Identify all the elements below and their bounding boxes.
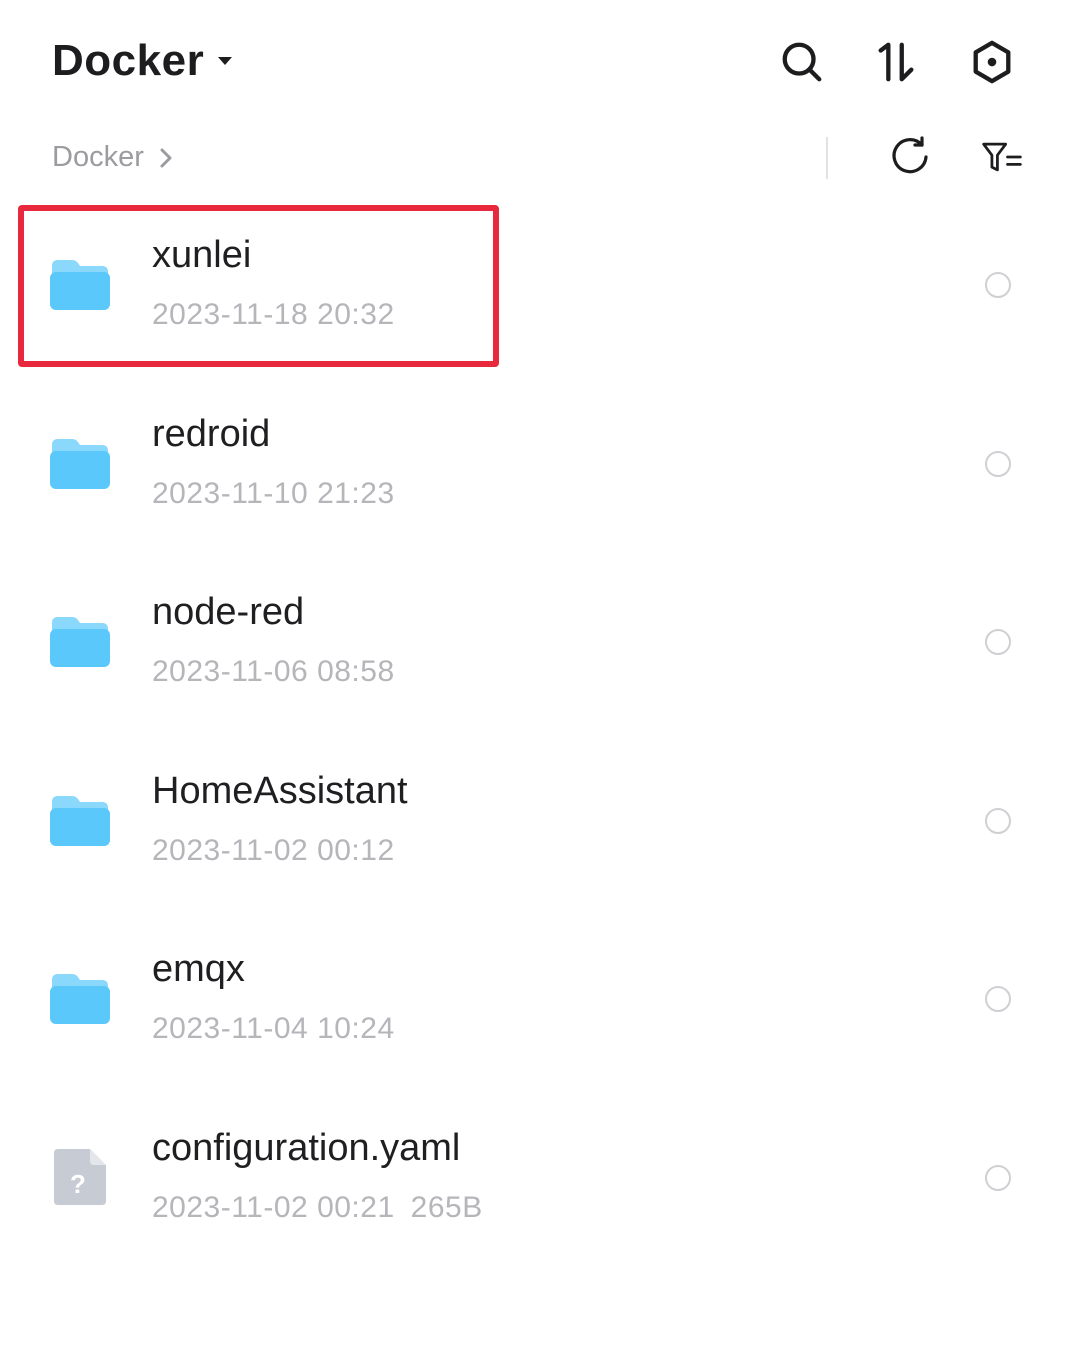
file-meta: 2023-11-10 21:23 (152, 477, 395, 511)
select-radio[interactable] (985, 272, 1011, 298)
sort-icon (878, 42, 914, 82)
file-meta: 2023-11-02 00:21 265B (152, 1191, 483, 1225)
list-item[interactable]: emqx 2023-11-04 10:24 (0, 912, 1080, 1091)
list-item[interactable]: xunlei 2023-11-18 20:32 (0, 198, 1080, 377)
file-meta: 2023-11-04 10:24 (152, 1012, 395, 1046)
list-item[interactable]: HomeAssistant 2023-11-02 00:12 (0, 734, 1080, 913)
file-meta: 2023-11-02 00:12 (152, 834, 395, 868)
folder-icon (50, 974, 110, 1025)
svg-text:?: ? (70, 1169, 86, 1199)
refresh-icon (892, 136, 928, 174)
unknown-file-icon: ? (54, 1148, 106, 1205)
file-date: 2023-11-06 08:58 (152, 655, 395, 689)
file-date: 2023-11-02 00:21 (152, 1190, 395, 1224)
search-icon (782, 42, 822, 82)
title-dropdown[interactable]: Docker (52, 36, 233, 86)
file-name: configuration.yaml (152, 1126, 461, 1169)
folder-icon (50, 617, 110, 668)
settings-hex-icon (973, 40, 1011, 84)
page-title: Docker (52, 36, 205, 85)
folder-icon (50, 795, 110, 846)
select-radio[interactable] (985, 986, 1011, 1013)
file-date: 2023-11-18 20:32 (152, 298, 395, 331)
toolbar-divider (826, 137, 828, 179)
breadcrumb-item[interactable]: Docker (52, 141, 144, 174)
breadcrumb[interactable]: Docker (52, 141, 174, 174)
filter-icon (982, 142, 1022, 172)
select-radio[interactable] (985, 629, 1011, 656)
select-radio[interactable] (985, 807, 1011, 834)
file-meta: 2023-11-18 20:32 (152, 298, 395, 332)
file-name: xunlei (152, 234, 252, 276)
breadcrumb-bar: Docker (0, 125, 1080, 195)
list-item[interactable]: ? configuration.yaml 2023-11-02 00:21 265… (0, 1091, 1080, 1270)
app-header: Docker (0, 0, 1080, 125)
refresh-button[interactable] (886, 133, 934, 181)
search-button[interactable] (778, 38, 826, 86)
file-date: 2023-11-10 21:23 (152, 476, 395, 510)
list-item[interactable]: node-red 2023-11-06 08:58 (0, 555, 1080, 734)
folder-icon (50, 438, 110, 489)
file-name: redroid (152, 412, 271, 455)
chevron-right-icon (160, 148, 172, 167)
file-size: 265B (410, 1190, 483, 1224)
file-date: 2023-11-02 00:12 (152, 833, 395, 867)
sort-button[interactable] (872, 38, 920, 86)
file-date: 2023-11-04 10:24 (152, 1012, 395, 1046)
file-list: xunlei 2023-11-18 20:32 redroid 2023-11-… (0, 198, 1080, 1270)
file-name: emqx (152, 948, 245, 991)
select-radio[interactable] (985, 450, 1011, 477)
list-item[interactable]: redroid 2023-11-10 21:23 (0, 377, 1080, 556)
settings-button[interactable] (968, 38, 1016, 86)
file-name: HomeAssistant (152, 769, 408, 812)
file-name: node-red (152, 591, 305, 634)
file-meta: 2023-11-06 08:58 (152, 655, 395, 689)
caret-down-icon (218, 57, 233, 65)
filter-button[interactable] (978, 133, 1026, 181)
select-radio[interactable] (985, 1164, 1011, 1191)
folder-icon (50, 260, 110, 310)
